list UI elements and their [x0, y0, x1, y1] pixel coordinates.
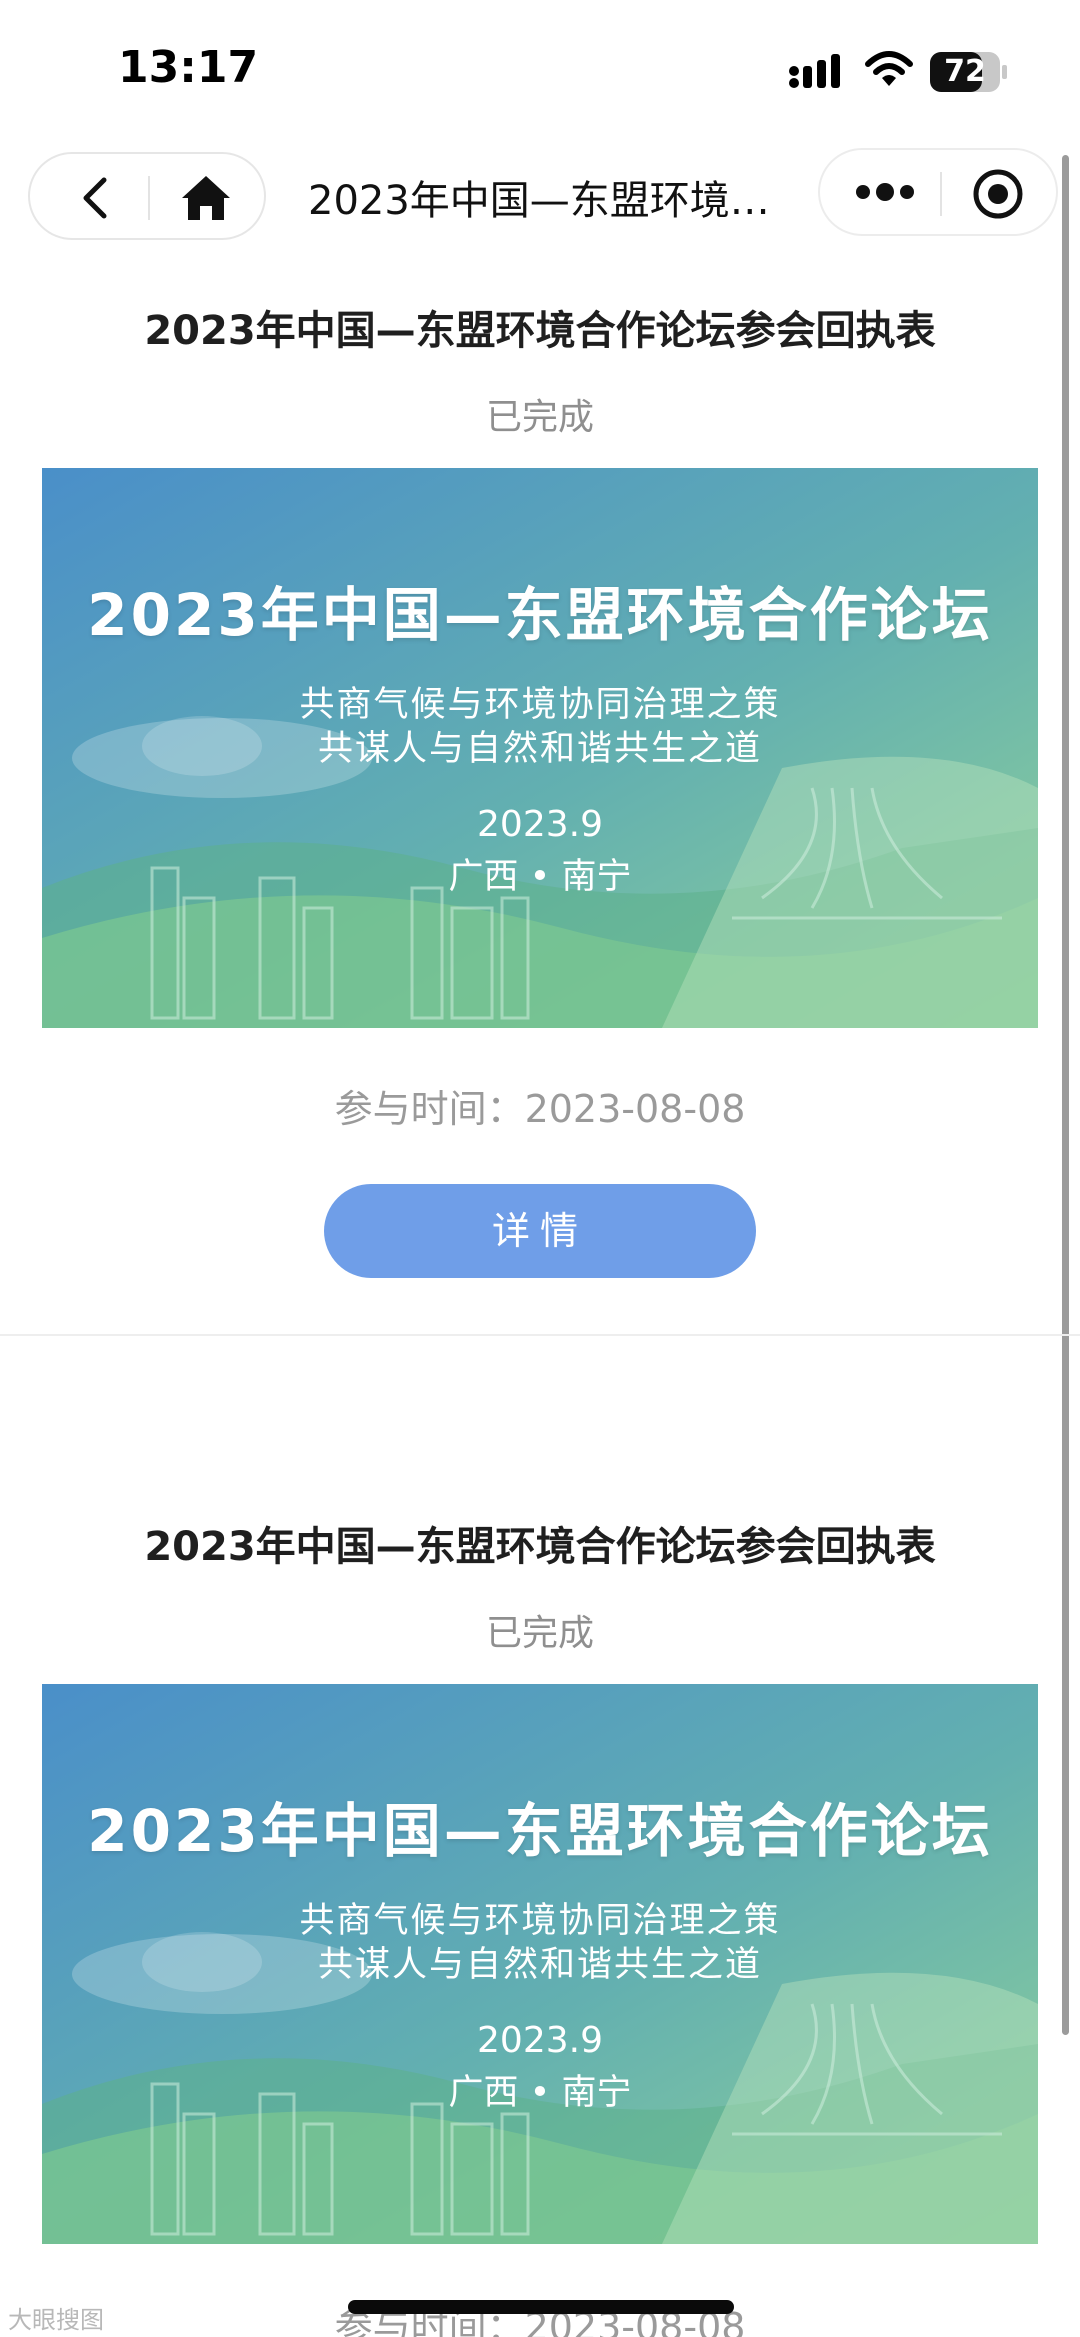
capsule-close-icon[interactable] [972, 168, 1024, 220]
nav-right-capsule [818, 148, 1058, 236]
banner-subtitle: 共谋人与自然和谐共生之道 [317, 729, 762, 769]
card-title: 2023年中国—东盟环境合作论坛参会回执表 [144, 308, 936, 354]
status-time: 13:17 [118, 42, 259, 93]
event-banner[interactable]: 2023年中国—东盟环境合作论坛 共商气候与环境协同治理之策 共谋人与自然和谐共… [42, 468, 1038, 1028]
event-banner[interactable]: 2023年中国—东盟环境合作论坛 共商气候与环境协同治理之策 共谋人与自然和谐共… [42, 1684, 1038, 2244]
banner-date: 2023.9 [477, 804, 603, 845]
home-icon[interactable] [178, 172, 234, 224]
page: 13:17 72 2023年中国—东盟环境… 2023年中国—东盟环境合作论坛参… [0, 0, 1080, 2337]
back-icon[interactable] [74, 174, 118, 222]
banner-subtitle: 共谋人与自然和谐共生之道 [317, 1945, 762, 1985]
watermark: 大眼搜图 [8, 2306, 104, 2334]
signal-icon [789, 54, 840, 88]
detail-button[interactable]: 详情 [324, 1184, 756, 1278]
card-status: 已完成 [485, 397, 594, 438]
participate-time: 参与时间：2023-08-08 [334, 1087, 746, 1131]
status-bar: 13:17 72 [0, 0, 1080, 140]
card-title: 2023年中国—东盟环境合作论坛参会回执表 [144, 1524, 936, 1570]
more-icon[interactable] [854, 180, 916, 204]
banner-title: 2023年中国—东盟环境合作论坛 [87, 1797, 993, 1865]
wifi-icon [865, 51, 913, 86]
card-status: 已完成 [485, 1613, 594, 1654]
banner-place: 广西 • 南宁 [448, 2073, 632, 2113]
nav-left-divider [148, 176, 150, 220]
card-divider [0, 1334, 1080, 1336]
banner-title: 2023年中国—东盟环境合作论坛 [87, 581, 993, 649]
nav-title: 2023年中国—东盟环境… [308, 178, 770, 224]
banner-date: 2023.9 [477, 2020, 603, 2061]
nav-left-capsule [28, 152, 266, 240]
home-indicator[interactable] [348, 2300, 734, 2314]
battery-level: 72 [944, 54, 986, 89]
nav-right-divider [940, 172, 942, 216]
banner-place: 广西 • 南宁 [448, 857, 632, 897]
